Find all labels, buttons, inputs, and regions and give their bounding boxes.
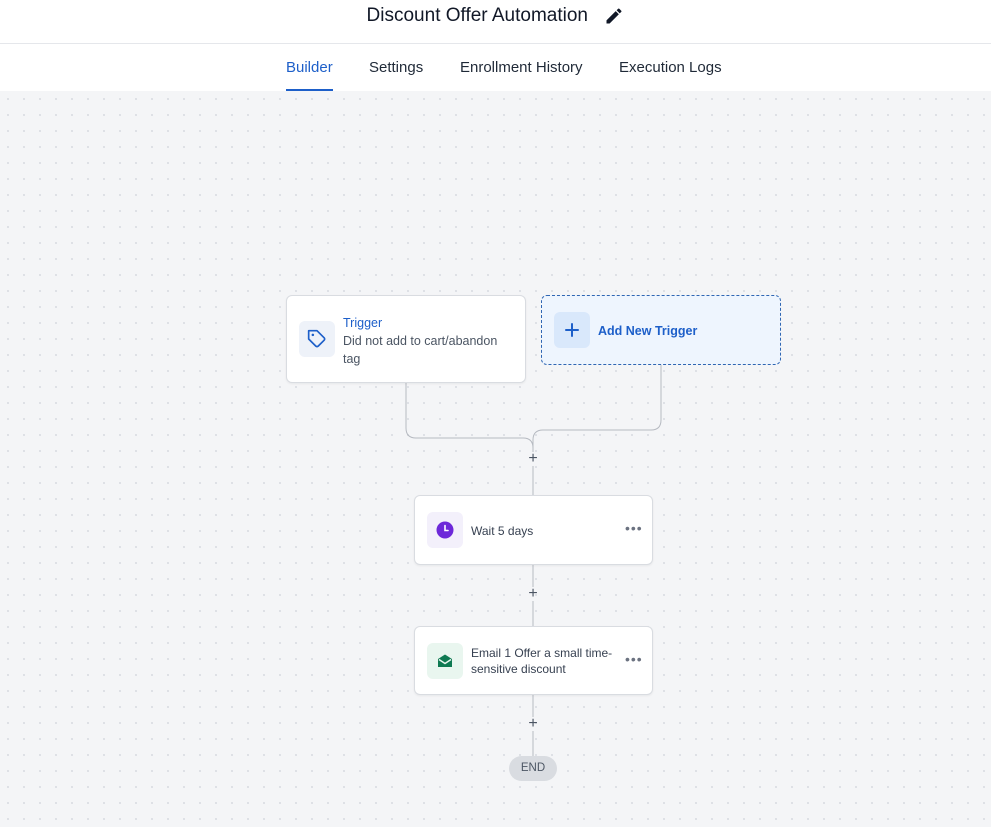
email-step-node[interactable]: Email 1 Offer a small time-sensitive dis… [414,626,653,695]
add-trigger-connector [532,364,662,452]
email-open-icon [438,654,452,667]
trigger-node[interactable]: Trigger Did not add to cart/abandon tag [286,295,526,383]
add-new-trigger-button[interactable]: Add New Trigger [541,295,781,365]
wait-icon-box [427,512,463,548]
flow-connectors [405,364,662,756]
more-options-icon[interactable]: ••• [625,520,643,536]
add-step-button[interactable]: + [525,716,541,732]
trigger-connector [405,382,534,452]
wait-step-label: Wait 5 days [471,524,534,538]
wait-step-node[interactable]: Wait 5 days ••• [414,495,653,565]
email-icon-box [427,643,463,679]
trigger-description: Did not add to cart/abandon tag [343,334,498,366]
plus-icon-box [554,312,590,348]
end-node: END [509,756,557,781]
add-trigger-label: Add New Trigger [598,324,698,338]
trigger-icon-box [299,321,335,357]
trigger-title: Trigger [343,316,383,330]
plus-icon [565,323,579,337]
tag-icon [307,329,326,348]
clock-icon [436,521,454,539]
add-step-button[interactable]: + [525,451,541,467]
add-step-button[interactable]: + [525,586,541,602]
more-options-icon[interactable]: ••• [625,651,643,667]
email-step-label: Email 1 Offer a small time-sensitive dis… [471,646,613,676]
